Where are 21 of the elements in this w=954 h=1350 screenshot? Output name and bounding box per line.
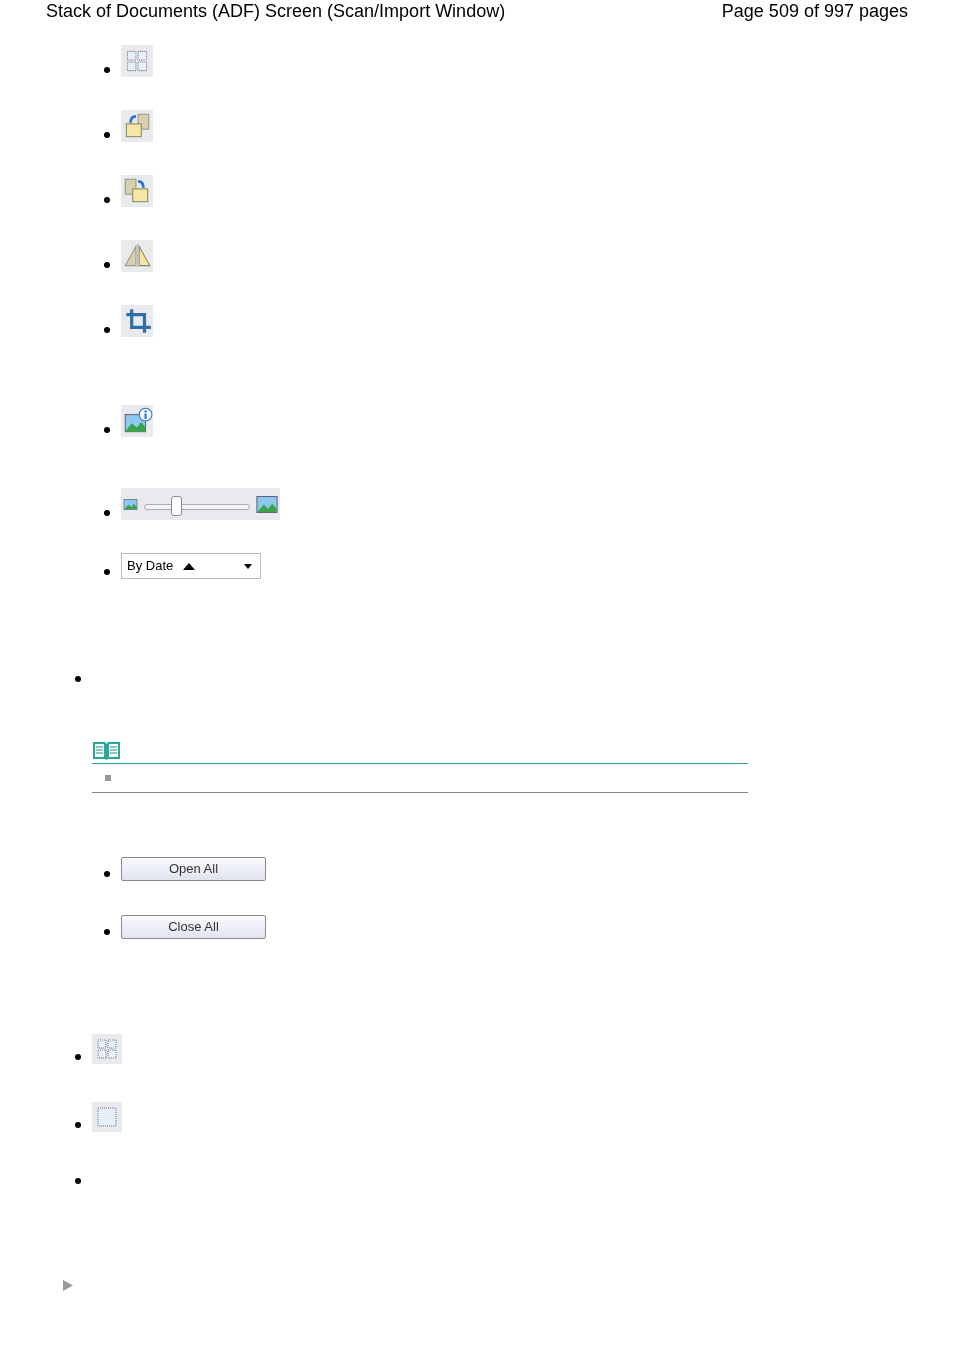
- caret-icon: [244, 563, 252, 569]
- page-swap-icon[interactable]: [121, 175, 153, 207]
- grid-icon[interactable]: [121, 45, 153, 77]
- book-icon: [92, 740, 121, 761]
- mirror-icon[interactable]: [121, 240, 153, 272]
- sort-dropdown[interactable]: By Date: [121, 553, 261, 579]
- image-icon: [256, 495, 278, 513]
- crop-icon[interactable]: [121, 305, 153, 337]
- note-bullet: [105, 775, 111, 781]
- image-info-icon[interactable]: [121, 405, 153, 437]
- action-button[interactable]: Open All: [121, 857, 266, 881]
- action-button[interactable]: Close All: [121, 915, 266, 939]
- zoom-slider[interactable]: [121, 488, 280, 520]
- page-number: Page 509 of 997 pages: [721, 0, 908, 22]
- frame-icon[interactable]: [92, 1102, 122, 1132]
- grid-icon[interactable]: [92, 1034, 122, 1064]
- expand-arrow-icon[interactable]: [63, 1280, 73, 1291]
- image-icon: [123, 498, 138, 510]
- page-swap-icon[interactable]: [121, 110, 153, 142]
- document-title: Stack of Documents (ADF) Screen (Scan/Import Window): [46, 0, 506, 22]
- slider-thumb[interactable]: [171, 496, 183, 516]
